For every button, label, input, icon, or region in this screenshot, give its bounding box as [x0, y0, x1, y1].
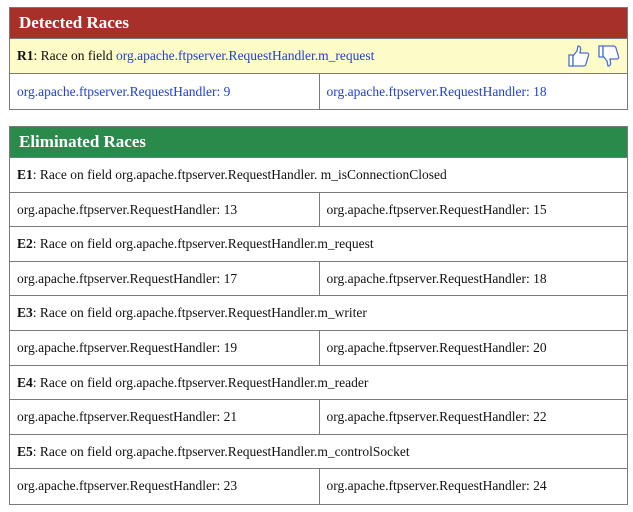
race-e4-row: E4: Race on field org.apache.ftpserver.R… [10, 366, 627, 401]
race-e2-row: E2: Race on field org.apache.ftpserver.R… [10, 227, 627, 262]
eliminated-races-header: Eliminated Races [10, 127, 627, 158]
race-id: E4 [17, 374, 33, 390]
race-e3-row: E3: Race on field org.apache.ftpserver.R… [10, 296, 627, 331]
location-cell: org.apache.ftpserver.RequestHandler: 13 [17, 201, 238, 217]
location-cell: org.apache.ftpserver.RequestHandler: 21 [17, 409, 238, 425]
race-description: : Race on field org.apache.ftpserver.Req… [32, 443, 410, 459]
thumbs-up-icon[interactable] [567, 44, 591, 68]
race-e1-locations: org.apache.ftpserver.RequestHandler: 13 … [10, 192, 628, 228]
location-link-2[interactable]: org.apache.ftpserver.RequestHandler: 18 [318, 74, 628, 110]
race-description: : Race on field org.apache.ftpserver.Req… [32, 305, 367, 321]
race-e3-locations: org.apache.ftpserver.RequestHandler: 19 … [10, 330, 628, 366]
race-id: R1 [17, 48, 34, 63]
race-id: E5 [17, 443, 33, 459]
location-cell: org.apache.ftpserver.RequestHandler: 19 [17, 339, 238, 355]
location-cell: org.apache.ftpserver.RequestHandler: 23 [17, 478, 238, 494]
race-description: : Race on field org.apache.ftpserver.Req… [32, 236, 374, 252]
race-description: : Race on field org.apache.ftpserver.Req… [32, 167, 447, 182]
location-cell: org.apache.ftpserver.RequestHandler: 18 [318, 261, 628, 297]
race-description: : Race on field [33, 48, 116, 63]
race-r1-row: R1: Race on field org.apache.ftpserver.R… [10, 39, 627, 74]
race-id: E2 [17, 236, 33, 252]
feedback-buttons [567, 44, 621, 68]
race-field-link[interactable]: org.apache.ftpserver.RequestHandler.m_re… [116, 48, 374, 63]
detected-races-header: Detected Races [10, 8, 627, 39]
race-e5-locations: org.apache.ftpserver.RequestHandler: 23 … [10, 469, 627, 504]
race-e2-locations: org.apache.ftpserver.RequestHandler: 17 … [10, 261, 628, 297]
location-cell: org.apache.ftpserver.RequestHandler: 17 [17, 270, 238, 286]
race-description: : Race on field org.apache.ftpserver.Req… [32, 374, 369, 390]
race-e5-row: E5: Race on field org.apache.ftpserver.R… [10, 435, 627, 470]
race-id: E1 [17, 167, 33, 182]
eliminated-races-panel: Eliminated Races E1: Race on field org.a… [9, 126, 628, 505]
location-cell: org.apache.ftpserver.RequestHandler: 15 [318, 192, 628, 228]
race-id: E3 [17, 305, 33, 321]
race-e1-row: E1: Race on field org.apache.ftpserver.R… [10, 158, 627, 193]
location-cell: org.apache.ftpserver.RequestHandler: 22 [318, 400, 628, 435]
location-link-1[interactable]: org.apache.ftpserver.RequestHandler: 9 [10, 74, 319, 110]
detected-races-panel: Detected Races R1: Race on field org.apa… [9, 7, 628, 110]
location-cell: org.apache.ftpserver.RequestHandler: 24 [318, 469, 628, 504]
race-r1-locations: org.apache.ftpserver.RequestHandler: 9 o… [10, 74, 627, 110]
race-e4-locations: org.apache.ftpserver.RequestHandler: 21 … [10, 400, 627, 435]
thumbs-down-icon[interactable] [597, 44, 621, 68]
location-cell: org.apache.ftpserver.RequestHandler: 20 [318, 330, 628, 366]
